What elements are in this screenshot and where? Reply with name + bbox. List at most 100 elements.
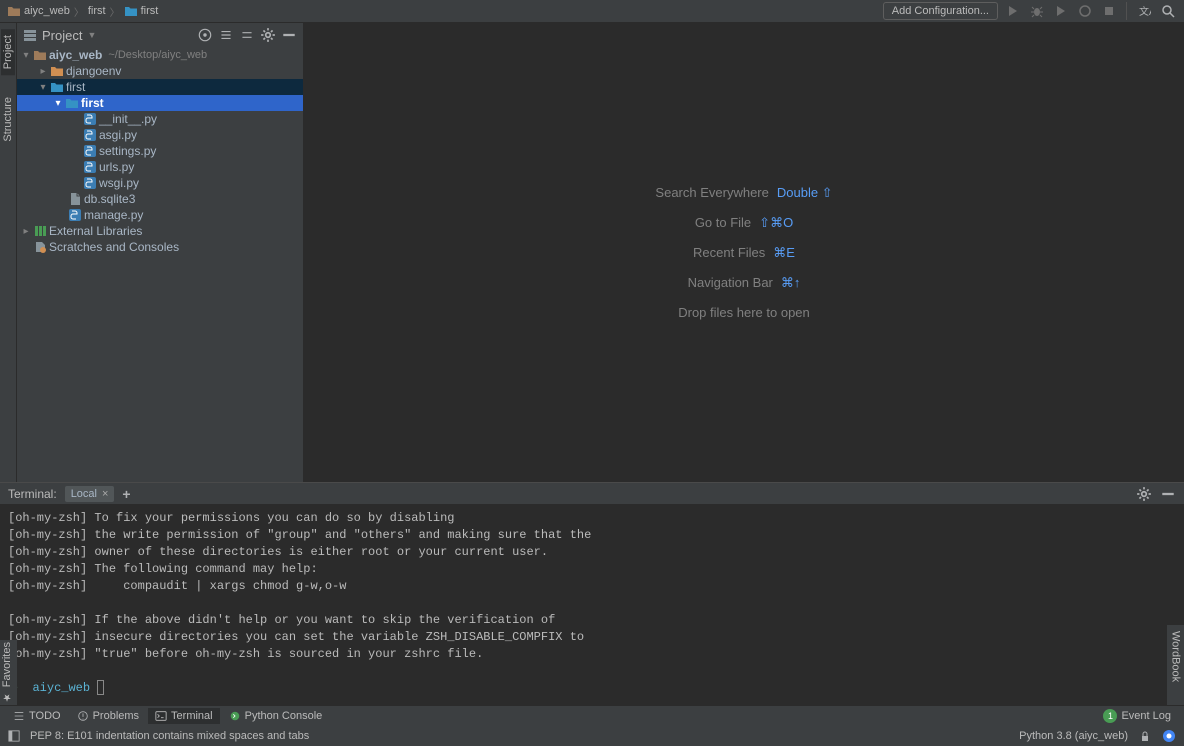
dropdown-icon[interactable]: ▼ <box>87 30 96 40</box>
profile-icon[interactable] <box>1076 2 1094 20</box>
bottom-tool-tabs: TODO Problems Terminal Python Console 1 … <box>0 705 1184 726</box>
left-tool-buttons: Project Structure <box>0 23 17 482</box>
python-file-icon <box>83 176 97 190</box>
lock-icon[interactable] <box>1138 729 1152 743</box>
python-interpreter[interactable]: Python 3.8 (aiyc_web) <box>1019 730 1128 742</box>
tree-file-manage[interactable]: manage.py <box>17 207 303 223</box>
scratch-icon <box>33 240 47 254</box>
terminal-icon <box>155 710 167 722</box>
chrome-icon[interactable] <box>1162 729 1176 743</box>
expand-all-icon[interactable] <box>218 27 234 43</box>
tree-scratches[interactable]: Scratches and Consoles <box>17 239 303 255</box>
folder-icon <box>124 4 138 18</box>
folder-icon <box>7 4 21 18</box>
tool-window-icon[interactable] <box>8 730 20 742</box>
tree-file-init[interactable]: __init__.py <box>17 111 303 127</box>
tree-file-urls[interactable]: urls.py <box>17 159 303 175</box>
cursor <box>97 680 104 695</box>
chevron-right-icon[interactable]: ▸ <box>38 66 48 77</box>
terminal-output[interactable]: [oh-my-zsh] To fix your permissions you … <box>0 504 1184 705</box>
prompt-dir: aiyc_web <box>32 681 90 695</box>
warning-icon <box>77 710 89 722</box>
breadcrumb-item[interactable]: first <box>124 4 159 18</box>
project-view-icon <box>23 28 37 42</box>
project-title[interactable]: Project <box>42 28 82 43</box>
python-file-icon <box>68 208 82 222</box>
list-icon <box>13 710 25 722</box>
terminal-tab-local[interactable]: Local × <box>65 486 115 502</box>
chevron-down-icon[interactable]: ▾ <box>38 82 48 93</box>
breadcrumb-item[interactable]: aiyc_web <box>7 4 70 18</box>
debug-icon[interactable] <box>1028 2 1046 20</box>
hide-icon[interactable] <box>1160 486 1176 502</box>
project-tree[interactable]: ▾ aiyc_web ~/Desktop/aiyc_web ▸ djangoen… <box>17 47 303 482</box>
terminal-tab[interactable]: Terminal <box>148 708 220 724</box>
chevron-right-icon: 〉 <box>110 4 120 19</box>
status-bar: PEP 8: E101 indentation contains mixed s… <box>0 726 1184 746</box>
run-toolbar: Add Configuration... 文A <box>883 2 1177 20</box>
tree-file-settings[interactable]: settings.py <box>17 143 303 159</box>
add-terminal-button[interactable]: + <box>122 486 130 502</box>
chevron-right-icon[interactable]: ▸ <box>21 226 31 237</box>
svg-text:文A: 文A <box>1139 5 1151 18</box>
translate-icon[interactable]: 文A <box>1135 2 1153 20</box>
locate-icon[interactable] <box>197 27 213 43</box>
structure-tool-tab[interactable]: Structure <box>1 91 15 148</box>
navigation-bar: aiyc_web 〉 first 〉 first Add Configurati… <box>0 0 1184 23</box>
close-icon[interactable]: × <box>102 488 108 500</box>
tree-external-libraries[interactable]: ▸ External Libraries <box>17 223 303 239</box>
project-tool-tab[interactable]: Project <box>1 29 15 75</box>
chevron-down-icon[interactable]: ▾ <box>53 98 63 109</box>
tree-file-db[interactable]: db.sqlite3 <box>17 191 303 207</box>
python-console-tab[interactable]: Python Console <box>222 708 330 724</box>
file-icon <box>68 192 82 206</box>
event-log-tab[interactable]: 1 Event Log <box>1096 707 1178 725</box>
status-message: PEP 8: E101 indentation contains mixed s… <box>30 730 309 742</box>
collapse-all-icon[interactable] <box>239 27 255 43</box>
terminal-tool-window: Terminal: Local × + [oh-my-zsh] To fix y… <box>0 482 1184 705</box>
run-with-coverage-icon[interactable] <box>1052 2 1070 20</box>
terminal-title: Terminal: <box>8 487 57 501</box>
wordbook-tool-tab[interactable]: WordBook <box>1169 629 1183 684</box>
chevron-right-icon: 〉 <box>74 4 84 19</box>
search-icon[interactable] <box>1159 2 1177 20</box>
right-tool-buttons: WordBook <box>1167 625 1184 705</box>
gear-icon[interactable] <box>1136 486 1152 502</box>
todo-tab[interactable]: TODO <box>6 708 68 724</box>
separator <box>1126 2 1127 20</box>
library-icon <box>33 224 47 238</box>
add-configuration-button[interactable]: Add Configuration... <box>883 2 998 20</box>
tree-file-asgi[interactable]: asgi.py <box>17 127 303 143</box>
editor-empty-state[interactable]: Search EverywhereDouble ⇧ Go to File⇧⌘O … <box>304 23 1184 482</box>
tree-folder-djangoenv[interactable]: ▸ djangoenv <box>17 63 303 79</box>
chevron-down-icon[interactable]: ▾ <box>21 50 31 61</box>
folder-icon <box>50 64 64 78</box>
python-file-icon <box>83 112 97 126</box>
tree-file-wsgi[interactable]: wsgi.py <box>17 175 303 191</box>
favorites-tool-tab[interactable]: ★ Favorites <box>0 640 14 704</box>
tree-project-root[interactable]: ▾ aiyc_web ~/Desktop/aiyc_web <box>17 47 303 63</box>
folder-icon <box>50 80 64 94</box>
problems-tab[interactable]: Problems <box>70 708 146 724</box>
hint-goto-file: Go to File⇧⌘O <box>695 215 793 231</box>
terminal-header: Terminal: Local × + <box>0 482 1184 504</box>
project-header: Project ▼ <box>17 23 303 47</box>
project-tool-window: Project ▼ ▾ aiyc_web ~/Desktop/aiyc_web … <box>17 23 304 482</box>
run-icon[interactable] <box>1004 2 1022 20</box>
hint-navigation-bar: Navigation Bar⌘↑ <box>688 275 801 291</box>
folder-icon <box>33 48 47 62</box>
python-file-icon <box>83 160 97 174</box>
hide-icon[interactable] <box>281 27 297 43</box>
gear-icon[interactable] <box>260 27 276 43</box>
breadcrumb-item[interactable]: first <box>88 5 106 17</box>
python-console-icon <box>229 710 241 722</box>
left-bottom-gutter: ★ Favorites <box>0 640 17 705</box>
tree-folder-first-inner[interactable]: ▾ first <box>17 95 303 111</box>
tree-folder-first[interactable]: ▾ first <box>17 79 303 95</box>
stop-icon[interactable] <box>1100 2 1118 20</box>
python-file-icon <box>83 144 97 158</box>
breadcrumb: aiyc_web 〉 first 〉 first <box>7 4 883 19</box>
folder-icon <box>65 96 79 110</box>
hint-drop-files: Drop files here to open <box>678 305 810 320</box>
hint-search-everywhere: Search EverywhereDouble ⇧ <box>655 185 832 201</box>
